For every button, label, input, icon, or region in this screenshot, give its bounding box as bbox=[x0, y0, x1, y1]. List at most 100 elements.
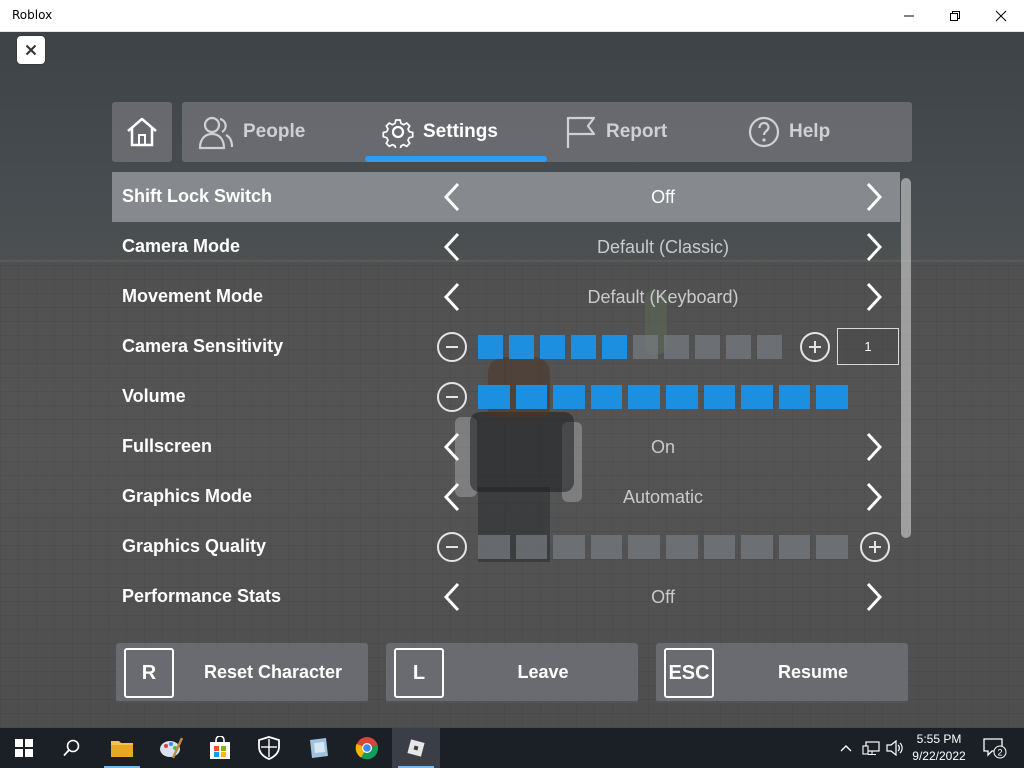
next-option-button[interactable] bbox=[860, 281, 888, 313]
chevron-right-icon bbox=[866, 232, 883, 262]
slider-segment[interactable] bbox=[628, 385, 660, 409]
restore-button[interactable] bbox=[932, 0, 978, 32]
slider-segment[interactable] bbox=[602, 335, 627, 359]
slider-segment[interactable] bbox=[778, 385, 811, 409]
taskbar-paint[interactable] bbox=[147, 728, 195, 768]
setting-row-movement-mode[interactable]: Movement Mode Default (Keyboard) bbox=[112, 272, 900, 322]
taskbar-app[interactable] bbox=[294, 728, 342, 768]
previous-option-button[interactable] bbox=[438, 481, 466, 513]
start-button[interactable] bbox=[0, 728, 48, 768]
slider-segment[interactable] bbox=[695, 335, 720, 359]
next-option-button[interactable] bbox=[860, 581, 888, 613]
leave-button[interactable]: L Leave bbox=[386, 643, 638, 703]
slider-segment[interactable] bbox=[665, 385, 698, 409]
setting-row-graphics-mode[interactable]: Graphics Mode Automatic bbox=[112, 472, 900, 522]
volume-slider[interactable] bbox=[478, 385, 848, 409]
resume-button[interactable]: ESC Resume bbox=[656, 643, 908, 703]
setting-label: Shift Lock Switch bbox=[122, 186, 273, 206]
action-label: Leave bbox=[517, 662, 569, 682]
slider-segment[interactable] bbox=[540, 335, 565, 359]
show-hidden-icons-button[interactable] bbox=[836, 728, 856, 768]
previous-option-button[interactable] bbox=[438, 581, 466, 613]
slider-segment[interactable] bbox=[478, 385, 510, 409]
taskbar-security[interactable] bbox=[245, 728, 293, 768]
slider-segment[interactable] bbox=[778, 535, 811, 559]
slider-segment[interactable] bbox=[816, 385, 848, 409]
setting-row-fullscreen[interactable]: Fullscreen On bbox=[112, 422, 900, 472]
slider-segment[interactable] bbox=[741, 535, 773, 559]
next-option-button[interactable] bbox=[860, 181, 888, 213]
system-clock[interactable]: 5:55 PM 9/22/2022 bbox=[905, 731, 973, 765]
taskbar-chrome[interactable] bbox=[343, 728, 391, 768]
slider-segment[interactable] bbox=[590, 385, 623, 409]
slider-segment[interactable] bbox=[515, 535, 548, 559]
slider-segment[interactable] bbox=[757, 335, 782, 359]
decrease-button[interactable] bbox=[437, 382, 467, 412]
camera-sensitivity-input[interactable]: 1 bbox=[837, 328, 899, 365]
taskbar-roblox[interactable] bbox=[392, 728, 440, 768]
decrease-button[interactable] bbox=[437, 532, 467, 562]
previous-option-button[interactable] bbox=[438, 431, 466, 463]
reset-character-button[interactable]: R Reset Character bbox=[116, 643, 368, 703]
setting-row-volume[interactable]: Volume bbox=[112, 372, 900, 422]
slider-segment[interactable] bbox=[553, 385, 585, 409]
increase-button[interactable] bbox=[860, 532, 890, 562]
action-label: Resume bbox=[777, 662, 849, 682]
taskbar-file-explorer[interactable] bbox=[98, 728, 146, 768]
gear-icon bbox=[382, 119, 414, 148]
slider-segment[interactable] bbox=[553, 535, 585, 559]
tab-help[interactable]: Help bbox=[748, 102, 830, 162]
slider-segment[interactable] bbox=[703, 535, 736, 559]
camera-sensitivity-slider[interactable] bbox=[478, 335, 782, 359]
action-center-button[interactable]: 2 bbox=[978, 728, 1012, 768]
setting-row-performance-stats[interactable]: Performance Stats Off bbox=[112, 572, 900, 622]
slider-segment[interactable] bbox=[478, 535, 510, 559]
tab-report[interactable]: Report bbox=[565, 102, 667, 162]
previous-option-button[interactable] bbox=[438, 281, 466, 313]
increase-button[interactable] bbox=[800, 332, 830, 362]
graphics-quality-slider[interactable] bbox=[478, 535, 848, 559]
setting-row-camera-mode[interactable]: Camera Mode Default (Classic) bbox=[112, 222, 900, 272]
slider-segment[interactable] bbox=[664, 335, 689, 359]
setting-value: Off bbox=[651, 187, 675, 207]
volume-button[interactable] bbox=[884, 728, 906, 768]
decrease-button[interactable] bbox=[437, 332, 467, 362]
slider-segment[interactable] bbox=[478, 335, 503, 359]
setting-row-graphics-quality[interactable]: Graphics Quality bbox=[112, 522, 900, 572]
slider-segment[interactable] bbox=[571, 335, 596, 359]
tab-people[interactable]: People bbox=[198, 102, 305, 162]
slider-segment[interactable] bbox=[633, 335, 658, 359]
slider-segment[interactable] bbox=[515, 385, 548, 409]
store-icon bbox=[210, 736, 230, 759]
slider-segment[interactable] bbox=[509, 335, 534, 359]
slider-segment[interactable] bbox=[816, 535, 848, 559]
next-option-button[interactable] bbox=[860, 231, 888, 263]
close-window-button[interactable] bbox=[978, 0, 1024, 32]
file-explorer-icon bbox=[111, 741, 133, 757]
chevron-right-icon bbox=[866, 482, 883, 512]
next-option-button[interactable] bbox=[860, 431, 888, 463]
minimize-button[interactable] bbox=[886, 0, 932, 32]
setting-row-camera-sensitivity[interactable]: Camera Sensitivity bbox=[112, 322, 900, 372]
network-button[interactable] bbox=[860, 728, 882, 768]
tab-settings-label: Settings bbox=[423, 121, 498, 142]
chevron-right-icon bbox=[866, 432, 883, 462]
slider-segment[interactable] bbox=[726, 335, 751, 359]
network-icon bbox=[862, 741, 880, 755]
tab-settings[interactable]: Settings bbox=[382, 102, 498, 162]
slider-segment[interactable] bbox=[590, 535, 623, 559]
slider-segment[interactable] bbox=[665, 535, 698, 559]
tab-home[interactable] bbox=[112, 102, 172, 162]
slider-segment[interactable] bbox=[703, 385, 736, 409]
previous-option-button[interactable] bbox=[438, 231, 466, 263]
next-option-button[interactable] bbox=[860, 481, 888, 513]
menu-close-button[interactable] bbox=[17, 36, 45, 64]
taskbar-store[interactable] bbox=[196, 728, 244, 768]
slider-segment[interactable] bbox=[628, 535, 660, 559]
search-button[interactable] bbox=[48, 728, 96, 768]
settings-scrollbar[interactable] bbox=[901, 178, 911, 538]
setting-label: Movement Mode bbox=[122, 286, 264, 306]
slider-segment[interactable] bbox=[741, 385, 773, 409]
setting-row-shift-lock[interactable]: Shift Lock Switch Off bbox=[112, 172, 900, 222]
previous-option-button[interactable] bbox=[438, 181, 466, 213]
